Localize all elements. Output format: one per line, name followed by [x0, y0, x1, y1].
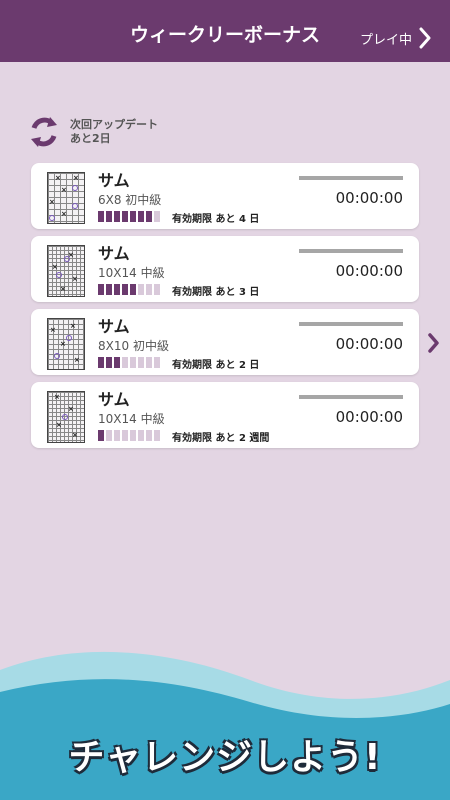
progress-segment — [146, 284, 152, 295]
expiry-label: 有効期限 あと 4 日 — [172, 214, 260, 225]
puzzle-card[interactable]: × × × × サム 8X10 初中級 有効期限 あと 2 日 00:00:00 — [31, 309, 419, 375]
progress-segment — [130, 357, 136, 368]
progress-segment — [138, 211, 144, 222]
progress-segment — [122, 284, 128, 295]
progress-segment — [122, 357, 128, 368]
progress-segment — [146, 430, 152, 441]
puzzle-title: サム — [98, 390, 130, 409]
elapsed-time: 00:00:00 — [335, 335, 403, 353]
elapsed-time: 00:00:00 — [335, 408, 403, 426]
puzzle-size: 8X10 初中級 — [98, 339, 169, 353]
refresh-icon — [31, 117, 57, 147]
progress-segment — [106, 430, 112, 441]
progress-segment — [138, 357, 144, 368]
progress-segment — [154, 284, 160, 295]
progress-segment — [98, 357, 104, 368]
progress-segment — [154, 357, 160, 368]
puzzle-size: 10X14 中級 — [98, 412, 165, 426]
progress-segment — [130, 284, 136, 295]
progress-segment — [98, 284, 104, 295]
progress-segment — [154, 211, 160, 222]
progress-segment — [146, 357, 152, 368]
puzzle-thumbnail: × × × × — [47, 245, 85, 297]
progress-segment — [106, 357, 112, 368]
elapsed-time: 00:00:00 — [335, 189, 403, 207]
progress-bars — [98, 211, 162, 222]
progress-bars — [98, 430, 162, 441]
next-page-arrow[interactable] — [428, 333, 440, 357]
progress-segment — [122, 430, 128, 441]
progress-segment — [130, 430, 136, 441]
progress-line — [299, 395, 403, 399]
puzzle-card[interactable]: × × × × サム 10X14 中級 有効期限 あと 3 日 00:00:00 — [31, 236, 419, 302]
puzzle-size: 10X14 中級 — [98, 266, 165, 280]
puzzle-title: サム — [98, 317, 130, 336]
update-remaining: あと2日 — [70, 132, 111, 145]
progress-bars — [98, 357, 162, 368]
header-bar: ウィークリーボーナス プレイ中 — [0, 0, 450, 62]
expiry-label: 有効期限 あと 2 日 — [172, 360, 260, 371]
challenge-banner: チャレンジしよう! — [68, 737, 382, 778]
update-info: 次回アップデート あと2日 — [26, 114, 158, 150]
progress-segment — [114, 357, 120, 368]
progress-segment — [122, 211, 128, 222]
progress-segment — [106, 284, 112, 295]
puzzle-title: サム — [98, 244, 130, 263]
progress-bars — [98, 284, 162, 295]
puzzle-card[interactable]: × × × × サム 10X14 中級 有効期限 あと 2 週間 00:00:0… — [31, 382, 419, 448]
progress-segment — [114, 430, 120, 441]
expiry-label: 有効期限 あと 3 日 — [172, 287, 260, 298]
puzzle-card[interactable]: × × × × × サム 6X8 初中級 有効期限 あと 4 日 00:00:0… — [31, 163, 419, 229]
puzzle-size: 6X8 初中級 — [98, 193, 162, 207]
expiry-label: 有効期限 あと 2 週間 — [172, 433, 270, 444]
progress-line — [299, 249, 403, 253]
progress-segment — [106, 211, 112, 222]
puzzle-thumbnail: × × × × — [47, 318, 85, 370]
progress-segment — [130, 211, 136, 222]
puzzle-thumbnail: × × × × × — [47, 172, 85, 224]
progress-segment — [98, 211, 104, 222]
progress-line — [299, 176, 403, 180]
progress-segment — [98, 430, 104, 441]
playing-label: プレイ中 — [359, 32, 412, 48]
playing-button[interactable]: プレイ中 — [360, 26, 432, 50]
progress-segment — [138, 284, 144, 295]
puzzle-title: サム — [98, 171, 130, 190]
chevron-right-icon — [428, 333, 439, 353]
chevron-right-icon — [419, 27, 431, 49]
puzzle-thumbnail: × × × × — [47, 391, 85, 443]
progress-segment — [154, 430, 160, 441]
progress-segment — [114, 284, 120, 295]
progress-line — [299, 322, 403, 326]
update-label: 次回アップデート — [70, 118, 158, 131]
progress-segment — [138, 430, 144, 441]
progress-segment — [146, 211, 152, 222]
progress-segment — [114, 211, 120, 222]
elapsed-time: 00:00:00 — [335, 262, 403, 280]
